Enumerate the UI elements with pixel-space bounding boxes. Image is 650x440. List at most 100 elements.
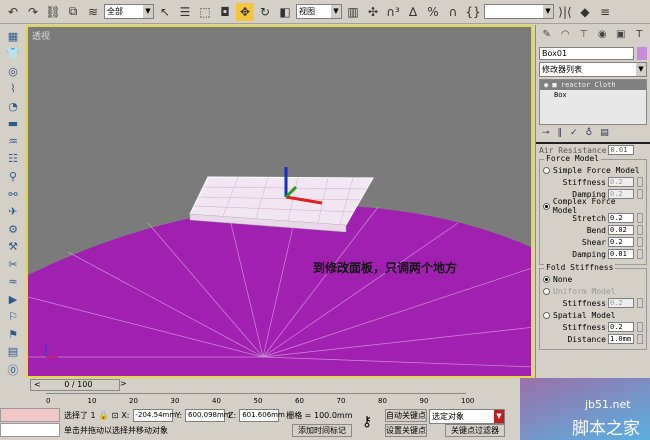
- spinner-snap-icon[interactable]: ∩: [444, 3, 462, 21]
- stack-item[interactable]: Box: [540, 90, 646, 100]
- selection-filter-dropdown[interactable]: 全部 ▼: [104, 4, 154, 19]
- y-field[interactable]: 600.098mm: [185, 409, 231, 422]
- plane-icon[interactable]: ▬: [4, 117, 22, 132]
- preview-icon[interactable]: ▶: [4, 292, 22, 307]
- water-icon[interactable]: ≈: [4, 274, 22, 289]
- z-field[interactable]: 601.606mm: [239, 409, 285, 422]
- display-tab-icon[interactable]: ▣: [612, 27, 630, 43]
- spinner-arrows-icon[interactable]: [637, 249, 643, 259]
- object-name-field[interactable]: Box01: [539, 47, 634, 60]
- rect-region-icon[interactable]: ⬚: [196, 3, 214, 21]
- viewport-label[interactable]: 透视: [32, 29, 50, 42]
- window-crossing-icon[interactable]: ◘: [216, 3, 234, 21]
- link-icon[interactable]: ⛓: [44, 3, 62, 21]
- toy-car-icon[interactable]: ⚒: [4, 239, 22, 254]
- unlink-icon[interactable]: ⧉: [64, 3, 82, 21]
- auto-key-button[interactable]: 自动关键点: [385, 409, 427, 422]
- next-frame-icon[interactable]: >: [120, 379, 127, 388]
- maxscript-input[interactable]: [0, 423, 60, 437]
- remove-modifier-icon[interactable]: ♁: [586, 128, 593, 139]
- set-key-button[interactable]: 设置关键点: [385, 424, 427, 437]
- scale-icon[interactable]: ◧: [276, 3, 294, 21]
- select-by-name-icon[interactable]: ☰: [176, 3, 194, 21]
- fracture-icon[interactable]: ✂: [4, 257, 22, 272]
- hierarchy-tab-icon[interactable]: ⊤: [575, 27, 593, 43]
- object-color-swatch[interactable]: [637, 47, 647, 60]
- make-unique-icon[interactable]: ✓: [570, 128, 578, 139]
- spinner-arrows-icon[interactable]: [637, 213, 643, 223]
- rigid-body-icon[interactable]: ▦: [4, 29, 22, 44]
- track-bar[interactable]: 0 10 20 30 40 50 60 70 80 90 100: [46, 393, 474, 407]
- hinge-icon[interactable]: ⚲: [4, 169, 22, 184]
- uniform-radio[interactable]: Uniform Model: [543, 285, 643, 297]
- about-icon[interactable]: ⓪: [4, 362, 22, 378]
- mirror-icon[interactable]: ⟩|⟨: [556, 3, 574, 21]
- show-end-result-icon[interactable]: ‖: [558, 128, 563, 139]
- key-icon[interactable]: ⚷: [362, 414, 372, 430]
- maxscript-listener[interactable]: [0, 408, 60, 422]
- rotate-icon[interactable]: ↻: [256, 3, 274, 21]
- absolute-mode-icon[interactable]: ⊡: [112, 411, 119, 420]
- pin-stack-icon[interactable]: ⊸: [542, 128, 550, 139]
- spinner-arrows-icon[interactable]: [637, 225, 643, 235]
- perspective-viewport[interactable]: 透视 到修改面板，只调两个地方: [26, 25, 533, 378]
- prev-frame-icon[interactable]: <: [34, 380, 41, 390]
- stiffness-spinner[interactable]: 0.2: [608, 177, 634, 187]
- select-move-icon[interactable]: ✥: [236, 2, 254, 21]
- lock-icon[interactable]: 🔒: [99, 411, 109, 420]
- wind-icon[interactable]: ✈: [4, 204, 22, 219]
- add-time-tag-button[interactable]: 添加时间标记: [292, 424, 352, 437]
- bind-spacewarp-icon[interactable]: ≋: [84, 3, 102, 21]
- time-slider[interactable]: <0 / 100: [30, 379, 120, 391]
- none-radio[interactable]: None: [543, 273, 643, 285]
- distance-spinner[interactable]: 1.0mm: [608, 334, 634, 344]
- spinner-arrows-icon[interactable]: [637, 177, 643, 187]
- percent-snap-icon[interactable]: %: [424, 3, 442, 21]
- complex-force-radio[interactable]: Complex Force Model: [543, 197, 643, 215]
- constraint-icon[interactable]: ⚯: [4, 187, 22, 202]
- ref-coord-dropdown[interactable]: 视图 ▼: [296, 4, 342, 19]
- spatial-stiffness-spinner[interactable]: 0.2: [608, 322, 634, 332]
- key-mode-dropdown[interactable]: 选定对象 ▼: [429, 409, 505, 424]
- pivot-icon[interactable]: ▥: [344, 3, 362, 21]
- simple-force-radio[interactable]: Simple Force Model: [543, 164, 643, 176]
- spinner-arrows-icon[interactable]: [637, 298, 643, 308]
- manipulate-icon[interactable]: ✣: [364, 3, 382, 21]
- softbody-icon[interactable]: ◎: [4, 64, 22, 79]
- damping2-spinner[interactable]: 0.01: [608, 249, 634, 259]
- deform-mesh-icon[interactable]: ◔: [4, 99, 22, 114]
- properties-icon[interactable]: ▤: [4, 345, 22, 360]
- stack-icon[interactable]: ☷: [4, 152, 22, 167]
- bend-spinner[interactable]: 0.02: [608, 225, 634, 235]
- layers-icon[interactable]: ≡: [596, 3, 614, 21]
- select-icon[interactable]: ↖: [156, 3, 174, 21]
- spinner-arrows-icon[interactable]: [637, 322, 643, 332]
- named-sel-icon[interactable]: {}: [464, 3, 482, 21]
- spinner-arrows-icon[interactable]: [637, 334, 643, 344]
- spatial-radio[interactable]: Spatial Model: [543, 309, 643, 321]
- stretch-spinner[interactable]: 0.2: [608, 213, 634, 223]
- key-filters-button[interactable]: 关键点过滤器: [445, 424, 505, 437]
- create-animation-icon[interactable]: ⚑: [4, 327, 22, 342]
- x-field[interactable]: -204.54mm: [132, 409, 176, 422]
- rope-icon[interactable]: ⌇: [4, 82, 22, 97]
- shear-spinner[interactable]: 0.2: [608, 237, 634, 247]
- stack-item[interactable]: ● ■ reactor Cloth: [540, 80, 646, 90]
- uniform-stiffness-spinner[interactable]: 0.2: [608, 298, 634, 308]
- cloth-icon[interactable]: 👕: [4, 47, 22, 62]
- utilities-tab-icon[interactable]: T: [631, 27, 649, 43]
- angle-snap-icon[interactable]: ∆: [404, 3, 422, 21]
- air-resistance-spinner[interactable]: 0.01: [608, 145, 635, 155]
- configure-sets-icon[interactable]: ▤: [600, 128, 609, 139]
- snap-3d-icon[interactable]: ∩³: [384, 3, 402, 21]
- named-selection-dropdown[interactable]: ▼: [484, 4, 554, 19]
- modify-tab-icon[interactable]: ◠: [557, 27, 575, 43]
- create-tab-icon[interactable]: ✎: [538, 27, 556, 43]
- redo-icon[interactable]: ↷: [24, 3, 42, 21]
- spinner-arrows-icon[interactable]: [637, 237, 643, 247]
- modifier-list-dropdown[interactable]: 修改器列表 ▼: [539, 62, 647, 77]
- analyze-icon[interactable]: ⚐: [4, 310, 22, 325]
- motion-tab-icon[interactable]: ◉: [594, 27, 612, 43]
- undo-icon[interactable]: ↶: [4, 3, 22, 21]
- align-icon[interactable]: ◆: [576, 3, 594, 21]
